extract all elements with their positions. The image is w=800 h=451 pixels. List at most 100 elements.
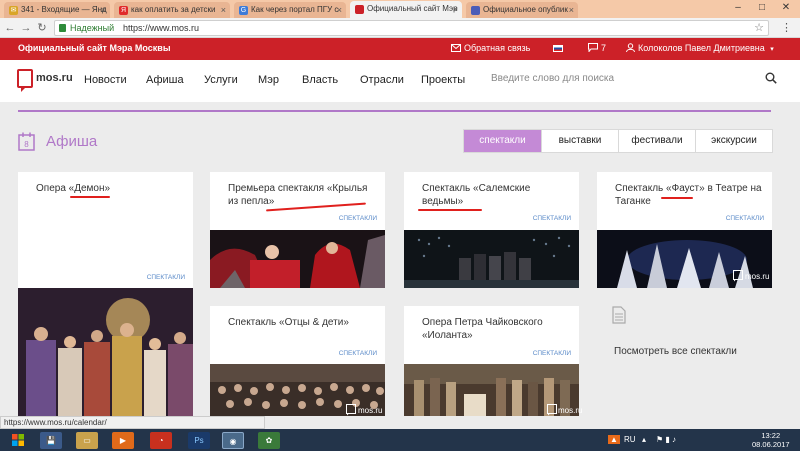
event-title[interactable]: Опера Петра Чайковского «Иоланта» [422,316,567,342]
section-title: Афиша [46,133,98,150]
nav-news[interactable]: Новости [84,74,127,86]
site-topbar: Официальный сайт Мэра Москвы Обратная св… [0,38,800,60]
mosru-icon [355,5,364,14]
filter-tab-performances[interactable]: спектакли [464,130,541,152]
event-card-salem[interactable]: Спектакль «Салемские ведьмы» СПЕКТАКЛИ [404,172,579,288]
save-app-icon[interactable]: 💾 [40,432,62,449]
maximize-button[interactable]: □ [750,0,774,16]
event-photo[interactable] [18,288,193,417]
flower-app-icon[interactable]: ✿ [258,432,280,449]
event-title[interactable]: Спектакль «Фауст» в Театре на Таганке [615,182,770,208]
nav-projects[interactable]: Проекты [421,74,465,86]
url-text[interactable]: https://www.mos.ru [123,22,199,35]
browser-tab-pgu[interactable]: G Как через портал ПГУ с × [234,2,346,18]
afisha-filter-tabs: спектакли выставки фестивали экскурсии [463,129,773,153]
link-status-bubble: https://www.mos.ru/calendar/ [0,416,265,429]
photo-watermark: mos.ru [558,406,583,415]
tray-arrow-icon[interactable]: ▴ [642,435,646,444]
tray-icons[interactable]: ⚑ ▮ ♪ [656,435,676,444]
browser-tab-strip: ✉ 341 - Входящие — Янд × Я как оплатить з… [0,0,800,18]
event-card-fathers[interactable]: Спектакль «Отцы & дети» СПЕКТАКЛИ mos.ru [210,306,385,416]
event-card-wings[interactable]: Премьера спектакля «Крылья из пепла» СПЕ… [210,172,385,288]
nav-services[interactable]: Услуги [204,74,238,86]
lock-icon [59,24,66,32]
close-icon[interactable]: × [569,5,574,15]
close-icon[interactable]: × [101,5,106,15]
mosru-watermark-icon [733,270,743,282]
event-title[interactable]: Спектакль «Отцы & дети» [228,316,349,329]
event-category-tag[interactable]: СПЕКТАКЛИ [339,350,377,357]
user-icon [626,43,635,53]
browser-tab-mail[interactable]: ✉ 341 - Входящие — Янд × [4,2,110,18]
filter-tab-excursions[interactable]: экскурсии [695,130,772,152]
event-photo[interactable] [404,230,579,288]
user-menu[interactable]: Колоколов Павел Дмитриевна ▾ [626,43,774,53]
close-icon[interactable]: × [337,5,342,15]
logo-text[interactable]: mos.ru [36,72,73,84]
event-card-faust[interactable]: Спектакль «Фауст» в Театре на Таганке СП… [597,172,772,288]
nav-authority[interactable]: Власть [302,74,338,86]
media-player-app-icon[interactable]: ▶ [112,432,134,449]
document-icon [471,6,480,15]
chrome-app-icon[interactable]: ◉ [222,432,244,449]
chat-icon [588,43,598,53]
filter-tab-festivals[interactable]: фестивали [618,130,695,152]
close-icon[interactable]: × [453,4,458,14]
event-title[interactable]: Спектакль «Салемские ведьмы» [422,182,562,208]
reload-icon[interactable]: ↻ [36,21,48,35]
envelope-icon [451,44,461,52]
bookmark-star-icon[interactable]: ☆ [754,21,764,34]
svg-text:8: 8 [24,140,29,149]
photoshop-app-icon[interactable]: Ps [188,432,210,449]
start-button[interactable] [4,432,32,449]
browser-tab-yandex[interactable]: Я как оплатить за детски × [114,2,230,18]
search-icon[interactable] [765,72,777,84]
event-card-iolanta[interactable]: Опера Петра Чайковского «Иоланта» СПЕКТА… [404,306,583,416]
messages-link[interactable]: 7 [588,43,606,53]
event-title[interactable]: Опера «Демон» [36,182,110,195]
photo-watermark: mos.ru [745,272,770,281]
search-input[interactable]: Введите слово для поиска [491,73,614,84]
event-category-tag[interactable]: СПЕКТАКЛИ [533,350,571,357]
opera-scene-image [18,288,193,417]
filter-tab-exhibitions[interactable]: выставки [541,130,618,152]
event-category-tag[interactable]: СПЕКТАКЛИ [533,215,571,222]
browser-tab-official[interactable]: Официальное опублик × [466,2,578,18]
minimize-button[interactable]: – [726,0,750,16]
photo-watermark: mos.ru [358,406,383,415]
language-indicator[interactable]: RU [624,435,636,444]
close-window-button[interactable]: ✕ [774,0,798,16]
event-category-tag[interactable]: СПЕКТАКЛИ [147,274,185,281]
red-annotation-underline [418,209,482,211]
explorer-app-icon[interactable]: ▭ [76,432,98,449]
windows-logo-icon [12,434,24,446]
nav-mayor[interactable]: Мэр [258,74,279,86]
browser-tab-mosru[interactable]: Официальный сайт Мэр × [350,1,462,18]
event-category-tag[interactable]: СПЕКТАКЛИ [339,215,377,222]
calendar-icon: 8 [18,132,35,151]
tray-app-icon[interactable]: ▲ [608,435,620,444]
windows-taskbar: 💾 ▭ ▶ ◔ Ps ◉ ✿ ▲ RU ▴ ⚑ ▮ ♪ 13:22 08.06.… [0,429,800,451]
back-icon[interactable]: ← [4,21,16,35]
system-clock[interactable]: 13:22 08.06.2017 [752,431,790,449]
mosru-logo-icon[interactable] [17,69,33,92]
browser-app-icon[interactable]: ◔ [150,432,172,449]
site-name[interactable]: Официальный сайт Мэра Москвы [18,43,171,53]
feedback-link[interactable]: Обратная связь [451,43,530,53]
event-card-demon[interactable]: Опера «Демон» СПЕКТАКЛИ [18,172,193,417]
yandex-icon: Я [119,6,128,15]
secure-label: Надежный [70,23,115,33]
event-photo[interactable] [210,230,385,288]
see-all-link[interactable]: Посмотреть все спектакли [614,346,737,357]
nav-afisha[interactable]: Афиша [146,74,184,86]
url-field[interactable]: Надежный https://www.mos.ru ☆ [54,20,769,36]
language-flag-icon[interactable] [553,45,563,52]
close-icon[interactable]: × [221,5,226,15]
nav-sectors[interactable]: Отрасли [360,74,404,86]
mosru-watermark-icon [346,404,356,416]
browser-menu-icon[interactable]: ⋮ [781,21,792,34]
red-annotation-underline [661,197,693,199]
section-divider [18,110,771,112]
event-category-tag[interactable]: СПЕКТАКЛИ [726,215,764,222]
forward-icon[interactable]: → [20,21,32,35]
